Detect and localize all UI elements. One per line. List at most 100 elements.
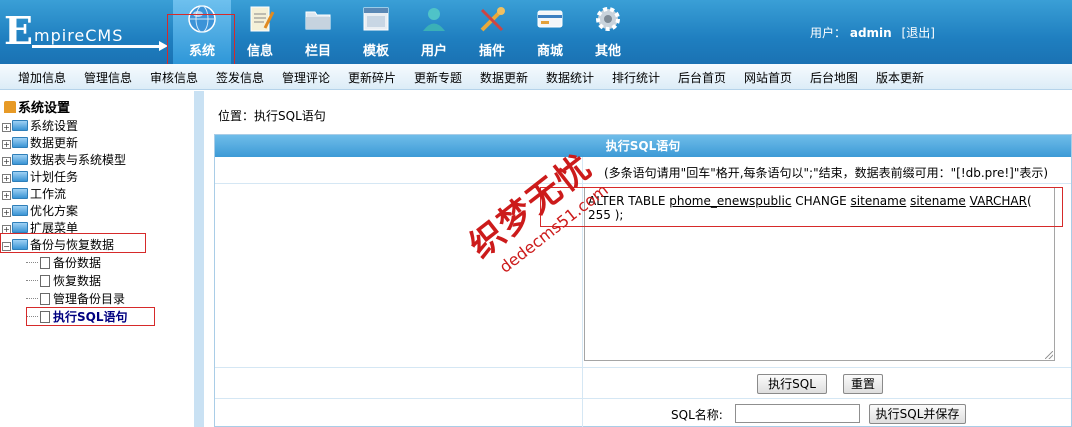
submenu-update-fragments[interactable]: 更新碎片 (348, 69, 396, 86)
tab-label: 信息 (246, 44, 273, 59)
empirecms-logo: E mpireCMS (4, 8, 168, 53)
tree-node-data-update[interactable]: + 数据更新 (2, 134, 78, 150)
location-link[interactable]: 执行SQL语句 (254, 109, 326, 123)
tree-node-scheduled-tasks[interactable]: + 计划任务 (2, 168, 78, 184)
folder-icon (12, 171, 28, 182)
tree-root: 系统设置 (4, 97, 70, 116)
folder-icon (12, 222, 28, 233)
row-divider (215, 398, 1071, 399)
row-divider (215, 183, 1071, 184)
folder-icon (12, 120, 28, 131)
card-icon (537, 10, 563, 28)
logo-text: mpireCMS (34, 26, 124, 45)
submenu-version-update[interactable]: 版本更新 (876, 69, 924, 86)
row-divider (215, 367, 1071, 368)
tab-info[interactable]: 信息 (231, 0, 289, 64)
submenu-sign-info[interactable]: 签发信息 (216, 69, 264, 86)
tab-template[interactable]: 模板 (347, 0, 405, 64)
notepad-icon (250, 6, 275, 32)
tab-column[interactable]: 栏目 (289, 0, 347, 64)
tools-icon (480, 7, 505, 32)
folder-icon (12, 137, 28, 148)
submenu-update-topics[interactable]: 更新专题 (414, 69, 462, 86)
tree-node-optimization[interactable]: + 优化方案 (2, 202, 78, 218)
tree-node-label: 工作流 (30, 187, 67, 201)
splitter-bar[interactable] (194, 91, 204, 427)
document-icon (40, 275, 50, 287)
user-icon (423, 8, 445, 31)
folder-icon (12, 188, 28, 199)
expand-icon[interactable]: + (2, 140, 11, 149)
folder-icon (12, 154, 28, 165)
tree-connector (26, 262, 38, 263)
logo-arrow (32, 41, 168, 51)
home-icon (4, 101, 16, 113)
tree-leaf-label: 恢复数据 (53, 274, 102, 288)
tree-leaf-manage-backup-dir[interactable]: 管理备份目录 (26, 290, 125, 306)
submenu-admin-home[interactable]: 后台首页 (678, 69, 726, 86)
tab-label: 其他 (594, 44, 621, 59)
tree-connector (26, 298, 38, 299)
tab-other[interactable]: 其他 (579, 0, 637, 64)
tab-user[interactable]: 用户 (405, 0, 463, 64)
logout-link[interactable]: [退出] (902, 26, 935, 40)
panel-title: 执行SQL语句 (215, 135, 1071, 157)
tree-node-label: 优化方案 (30, 204, 79, 218)
user-label: 用户： (810, 26, 847, 40)
window-icon (363, 7, 389, 31)
submenu-rank-stats[interactable]: 排行统计 (612, 69, 660, 86)
gear-icon (596, 7, 620, 31)
folder-icon (305, 11, 331, 30)
expand-icon[interactable]: + (2, 157, 11, 166)
tab-shop[interactable]: 商城 (521, 0, 579, 64)
expand-icon[interactable]: + (2, 191, 11, 200)
sql-name-label: SQL名称: (671, 408, 723, 422)
tree-leaf-backup-data[interactable]: 备份数据 (26, 254, 101, 270)
expand-icon[interactable]: + (2, 174, 11, 183)
tree-node-label: 数据更新 (30, 136, 79, 150)
submenu-add-info[interactable]: 增加信息 (18, 69, 66, 86)
tab-label: 用户 (420, 44, 447, 59)
tree-leaf-restore-data[interactable]: 恢复数据 (26, 272, 101, 288)
tree-node-tables-models[interactable]: + 数据表与系统模型 (2, 151, 126, 167)
tree-node-label: 计划任务 (30, 170, 79, 184)
sql-name-input[interactable] (735, 404, 860, 423)
submenu-site-home[interactable]: 网站首页 (744, 69, 792, 86)
submenu-manage-info[interactable]: 管理信息 (84, 69, 132, 86)
submenu-review-info[interactable]: 审核信息 (150, 69, 198, 86)
top-header: E mpireCMS 系统 信息 栏目 模板 用户 插件 商城 其他 用户： a… (0, 0, 1072, 64)
tree-node-system-settings[interactable]: + 系统设置 (2, 117, 78, 133)
tree-node-workflow[interactable]: + 工作流 (2, 185, 66, 201)
tab-label: 栏目 (304, 44, 331, 59)
user-info: 用户： admin [退出] (810, 24, 935, 41)
submenu-manage-comments[interactable]: 管理评论 (282, 69, 330, 86)
tab-label: 商城 (536, 44, 563, 59)
logo-initial: E (4, 8, 33, 53)
expand-icon[interactable]: + (2, 123, 11, 132)
tree-leaf-label: 管理备份目录 (53, 292, 126, 306)
submenu-admin-map[interactable]: 后台地图 (810, 69, 858, 86)
execute-sql-button[interactable]: 执行SQL (757, 374, 827, 394)
expand-icon[interactable]: + (2, 208, 11, 217)
tree-node-label: 数据表与系统模型 (30, 153, 127, 167)
tree-connector (26, 280, 38, 281)
document-icon (40, 293, 50, 305)
resize-grip-icon[interactable] (1045, 351, 1053, 359)
username: admin (849, 26, 892, 40)
highlight-box-backup-node (0, 233, 146, 253)
tab-label: 插件 (478, 44, 505, 59)
highlight-box-sql (540, 187, 1063, 227)
submenu-data-update[interactable]: 数据更新 (480, 69, 528, 86)
reset-button[interactable]: 重置 (843, 374, 883, 394)
sub-menu-bar: 增加信息 管理信息 审核信息 签发信息 管理评论 更新碎片 更新专题 数据更新 … (0, 64, 1072, 90)
execute-save-button[interactable]: 执行SQL并保存 (869, 404, 966, 424)
location-label: 位置： (218, 109, 255, 123)
breadcrumb: 位置：执行SQL语句 (218, 107, 326, 124)
document-icon (40, 257, 50, 269)
sql-hint-text: (多条语句请用"回车"格开,每条语句以";"结束，数据表前缀可用："[!db.p… (604, 166, 1049, 180)
tab-plugin[interactable]: 插件 (463, 0, 521, 64)
submenu-data-stats[interactable]: 数据统计 (546, 69, 594, 86)
left-nav-tree: 系统设置 + 系统设置 + 数据更新 + 数据表与系统模型 + 计划任务 + 工作流 + 优… (0, 91, 192, 427)
tree-leaf-label: 备份数据 (53, 256, 102, 270)
tab-label: 模板 (362, 44, 389, 59)
